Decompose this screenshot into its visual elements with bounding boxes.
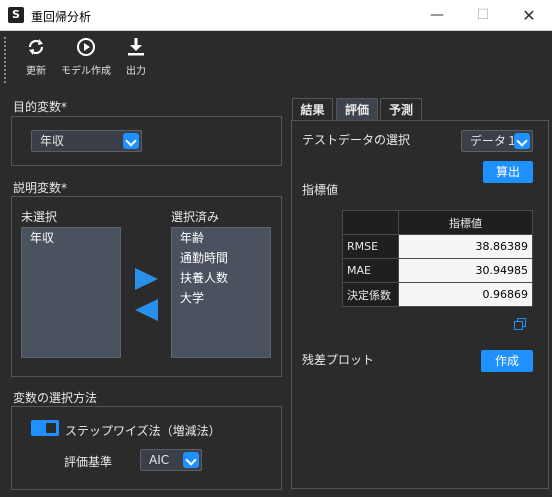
arrow-left-icon[interactable] xyxy=(135,299,158,321)
chevron-down-icon xyxy=(123,133,139,149)
row-header: 決定係数 xyxy=(342,282,399,307)
table-row: MAE 30.94985 xyxy=(342,258,533,283)
criterion-select[interactable]: AIC xyxy=(140,449,202,471)
selection-method-title: 変数の選択方法 xyxy=(13,391,98,405)
chevron-down-icon xyxy=(183,452,199,468)
unselected-list[interactable]: 年収 xyxy=(21,227,121,358)
criterion-label: 評価基準 xyxy=(64,455,113,469)
export-button[interactable]: 出力 xyxy=(122,35,150,85)
calculate-button[interactable]: 算出 xyxy=(483,161,533,183)
test-data-select[interactable]: データ１ xyxy=(461,130,533,152)
target-variable-select[interactable]: 年収 xyxy=(31,130,142,152)
create-model-label: モデル作成 xyxy=(61,66,111,77)
window-title: 重回帰分析 xyxy=(31,10,92,24)
table-corner xyxy=(342,210,399,235)
arrow-right-icon[interactable] xyxy=(135,268,158,290)
criterion-value: AIC xyxy=(149,453,170,467)
refresh-icon xyxy=(28,39,44,55)
create-model-button[interactable]: モデル作成 xyxy=(59,35,113,85)
row-header: RMSE xyxy=(342,234,399,259)
list-item[interactable]: 年齢 xyxy=(172,228,270,248)
target-variable-value: 年収 xyxy=(40,134,65,148)
maximize-button[interactable]: ☐ xyxy=(460,0,506,31)
stepwise-toggle[interactable] xyxy=(31,420,59,436)
unselected-label: 未選択 xyxy=(21,210,58,224)
title-bar: S 重回帰分析 — ☐ ✕ xyxy=(0,0,552,31)
download-icon xyxy=(128,38,144,56)
tab-results[interactable]: 結果 xyxy=(292,98,333,120)
stepwise-label: ステップワイズ法（増減法） xyxy=(65,424,221,438)
play-circle-icon xyxy=(77,38,95,56)
test-data-label: テストデータの選択 xyxy=(302,133,411,147)
toolbar: 更新 モデル作成 出力 xyxy=(0,31,552,88)
update-label: 更新 xyxy=(26,66,46,77)
metrics-label: 指標値 xyxy=(302,183,339,197)
table-row: RMSE 38.86389 xyxy=(342,234,533,259)
selection-method-group xyxy=(11,406,282,490)
tab-evaluation[interactable]: 評価 xyxy=(336,98,378,120)
table-header-row: 指標値 xyxy=(342,210,533,235)
chevron-down-icon xyxy=(514,133,530,149)
app-icon: S xyxy=(8,7,24,23)
export-label: 出力 xyxy=(126,66,146,77)
selected-label: 選択済み xyxy=(171,210,220,224)
list-item[interactable]: 大学 xyxy=(172,288,270,308)
table-row: 決定係数 0.96869 xyxy=(342,282,533,307)
list-item[interactable]: 扶養人数 xyxy=(172,268,270,288)
target-section-title: 目的変数* xyxy=(13,100,68,114)
tab-prediction[interactable]: 予測 xyxy=(380,98,422,120)
update-button[interactable]: 更新 xyxy=(20,35,52,85)
minimize-button[interactable]: — xyxy=(414,0,460,31)
close-button[interactable]: ✕ xyxy=(506,0,552,31)
metrics-table: 指標値 RMSE 38.86389 MAE 30.94985 決定係数 0.96… xyxy=(342,210,533,307)
test-data-value: データ１ xyxy=(470,134,519,148)
copy-icon[interactable] xyxy=(514,318,526,330)
list-item[interactable]: 年収 xyxy=(22,228,120,248)
row-header: MAE xyxy=(342,258,399,283)
selected-list[interactable]: 年齢 通勤時間 扶養人数 大学 xyxy=(171,227,271,358)
table-cell[interactable]: 38.86389 xyxy=(398,234,533,259)
list-item[interactable]: 通勤時間 xyxy=(172,248,270,268)
residual-plot-label: 残差プロット xyxy=(302,353,375,367)
toolbar-grip[interactable] xyxy=(4,37,6,83)
explanatory-section-title: 説明変数* xyxy=(13,181,68,195)
create-plot-button[interactable]: 作成 xyxy=(481,350,533,372)
toggle-knob xyxy=(46,423,56,433)
table-cell[interactable]: 30.94985 xyxy=(398,258,533,283)
table-cell[interactable]: 0.96869 xyxy=(398,282,533,307)
column-header[interactable]: 指標値 xyxy=(398,210,533,235)
